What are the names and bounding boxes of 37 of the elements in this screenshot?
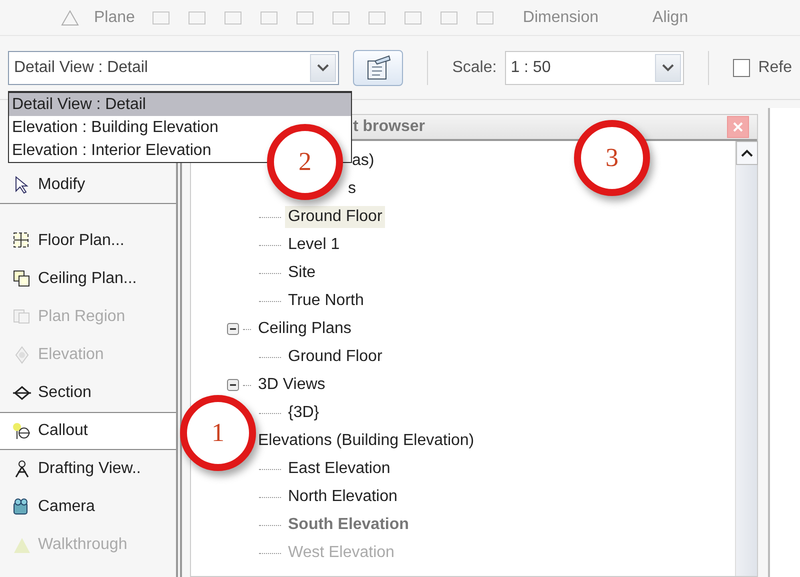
- tree-item[interactable]: True North: [285, 290, 367, 312]
- properties-button[interactable]: [353, 50, 404, 86]
- checkbox-label: Refe: [758, 58, 792, 76]
- tool-button[interactable]: Section: [0, 374, 176, 412]
- tree-item[interactable]: Elevations (Building Elevation): [255, 430, 478, 452]
- checkbox[interactable]: [732, 58, 750, 76]
- scale-field[interactable]: 1 : 50: [504, 50, 684, 84]
- tree-item[interactable]: {3D}: [285, 402, 322, 424]
- tool-button[interactable]: Ceiling Plan...: [0, 260, 176, 298]
- section-icon: [12, 383, 32, 403]
- tool-button[interactable]: Drafting View..: [0, 450, 176, 488]
- tree-item[interactable]: as): [349, 150, 378, 172]
- callout-icon: [12, 421, 32, 441]
- caret-icon: [741, 149, 753, 157]
- tool-button[interactable]: Camera: [0, 488, 176, 526]
- tool-button[interactable]: Callout: [0, 412, 176, 450]
- collapse-icon[interactable]: [227, 379, 239, 391]
- collapse-icon[interactable]: [227, 323, 239, 335]
- type-selector[interactable]: Detail View : Detail: [8, 50, 340, 84]
- scroll-up-button[interactable]: [736, 141, 758, 165]
- close-icon: [732, 121, 744, 133]
- tree-item[interactable]: 3D Views: [255, 374, 328, 396]
- tree-item[interactable]: Ceiling Plans: [255, 318, 354, 340]
- tree-item[interactable]: South Elevation: [285, 514, 412, 536]
- tree-item[interactable]: Level 1: [285, 234, 343, 256]
- dropdown-option[interactable]: Detail View : Detail: [9, 93, 351, 116]
- tool-button[interactable]: Modify: [0, 166, 176, 204]
- tree-item[interactable]: Ground Floor: [285, 346, 386, 368]
- tree-item[interactable]: s: [345, 178, 359, 200]
- tree-item[interactable]: North Elevation: [285, 486, 400, 508]
- tree-item[interactable]: Site: [285, 262, 319, 284]
- ceiling-plan-icon: [12, 269, 32, 289]
- tree-item[interactable]: Ground Floor: [285, 206, 386, 228]
- tool-button[interactable]: Floor Plan...: [0, 222, 176, 260]
- tree-item[interactable]: East Elevation: [285, 458, 394, 480]
- panel-title: t browser: [353, 118, 426, 136]
- scale-label: Scale:: [452, 58, 497, 76]
